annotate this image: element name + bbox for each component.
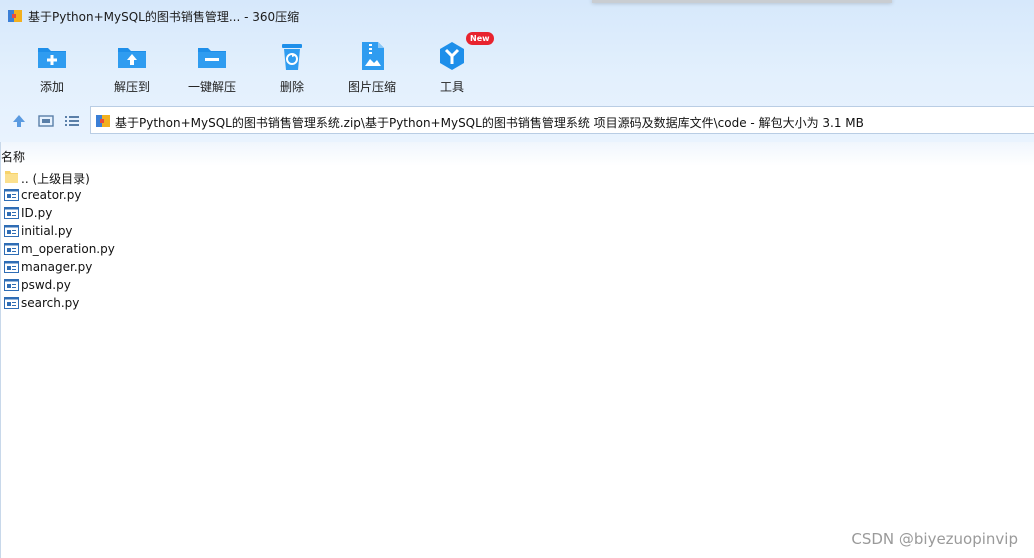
list-item-name: search.py [21, 296, 80, 310]
popup-edge [592, 0, 892, 3]
list-item-name: pswd.py [21, 278, 71, 292]
address-path: 基于Python+MySQL的图书销售管理系统.zip\基于Python+MyS… [115, 116, 864, 130]
address-bar[interactable]: 基于Python+MySQL的图书销售管理系统.zip\基于Python+MyS… [90, 106, 1034, 134]
list-item-name: m_operation.py [21, 242, 115, 256]
list-item[interactable]: pswd.py [0, 276, 1034, 294]
list-view-icon[interactable] [64, 113, 80, 129]
list-item[interactable]: initial.py [0, 222, 1034, 240]
one-click-extract-label: 一键解压 [187, 80, 236, 94]
archive-app-icon [8, 10, 22, 22]
list-item-name: creator.py [21, 188, 82, 202]
tools-button[interactable]: New 工具 [412, 32, 494, 98]
window-title: 基于Python+MySQL的图书销售管理... - 360压缩 [28, 10, 300, 24]
file-icon [4, 261, 19, 273]
one-click-extract-button[interactable]: 一键解压 [172, 36, 252, 98]
delete-label: 删除 [279, 80, 304, 94]
image-compress-button[interactable]: 图片压缩 [332, 36, 412, 98]
image-compress-label: 图片压缩 [347, 80, 396, 94]
list-header: 名称 [0, 142, 1034, 166]
column-header-name[interactable]: 名称 [1, 148, 25, 165]
top-bar: 基于Python+MySQL的图书销售管理... - 360压缩 添加 解压到 [0, 0, 1034, 142]
file-icon [4, 297, 19, 309]
extract-to-button[interactable]: 解压到 [92, 36, 172, 98]
extract-to-label: 解压到 [113, 80, 150, 94]
new-badge: New [466, 32, 494, 45]
file-icon [4, 225, 19, 237]
list-item-name: manager.py [21, 260, 93, 274]
file-icon [4, 189, 19, 201]
tools-icon [440, 42, 464, 70]
image-compress-icon [362, 42, 384, 70]
list-item-name: .. (上级目录) [21, 172, 90, 186]
file-icon [4, 207, 19, 219]
watermark: CSDN @biyezuopinvip [851, 530, 1018, 548]
up-arrow-icon[interactable] [11, 113, 27, 129]
list-item[interactable]: manager.py [0, 258, 1034, 276]
extract-to-icon [118, 48, 146, 68]
list-item[interactable]: m_operation.py [0, 240, 1034, 258]
list-item[interactable]: ID.py [0, 204, 1034, 222]
list-item-name: ID.py [21, 206, 53, 220]
delete-button[interactable]: 删除 [252, 36, 332, 98]
list-item[interactable]: search.py [0, 294, 1034, 312]
list-item-name: initial.py [21, 224, 73, 238]
title-bar: 基于Python+MySQL的图书销售管理... - 360压缩 [0, 0, 1034, 32]
file-icon [4, 243, 19, 255]
list-item[interactable]: creator.py [0, 186, 1034, 204]
thumbnail-view-icon[interactable] [38, 113, 54, 129]
file-icon [4, 279, 19, 291]
tools-label: 工具 [439, 80, 464, 94]
archive-icon [96, 115, 110, 127]
folder-icon [5, 171, 18, 183]
add-label: 添加 [39, 80, 64, 94]
add-folder-icon [38, 48, 66, 68]
navigation-row: 基于Python+MySQL的图书销售管理系统.zip\基于Python+MyS… [0, 106, 1034, 136]
file-list: .. (上级目录) creator.py ID.py initial.py m_… [0, 168, 1034, 312]
add-button[interactable]: 添加 [12, 36, 92, 98]
one-click-extract-icon [198, 48, 226, 68]
list-item-parent-directory[interactable]: .. (上级目录) [0, 168, 1034, 186]
app-window: 基于Python+MySQL的图书销售管理... - 360压缩 添加 解压到 [0, 0, 1034, 558]
toolbar: 添加 解压到 一键解压 删除 图片压缩 New 工具 [0, 32, 1034, 98]
recycle-bin-icon [282, 44, 302, 70]
